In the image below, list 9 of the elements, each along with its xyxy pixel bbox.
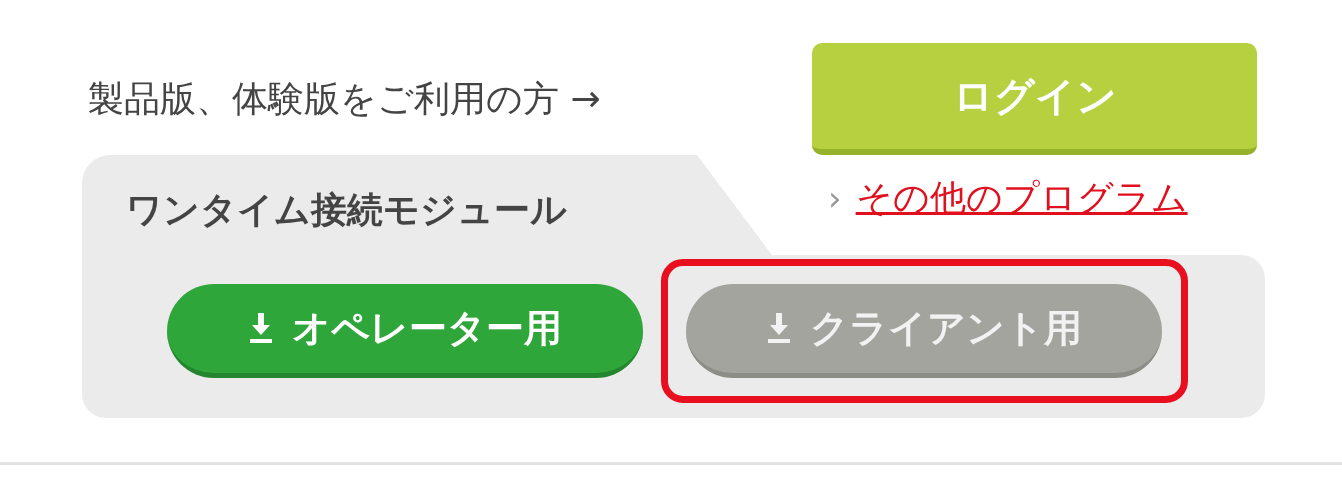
download-icon (248, 311, 274, 345)
download-button[interactable]: クライアント用 (686, 283, 1162, 378)
login-button[interactable]: ログイン (812, 43, 1257, 155)
tab[interactable]: ワンタイム接続モジュール (82, 155, 772, 255)
chevron-icon: › (828, 172, 842, 224)
other-programs-link[interactable]: その他のプログラム (855, 171, 1188, 225)
download-button[interactable]: オペレーター用 (167, 283, 643, 378)
download-icon (766, 311, 792, 345)
login-prompt: 製品版、体験版をご利用の方 → (88, 77, 601, 121)
